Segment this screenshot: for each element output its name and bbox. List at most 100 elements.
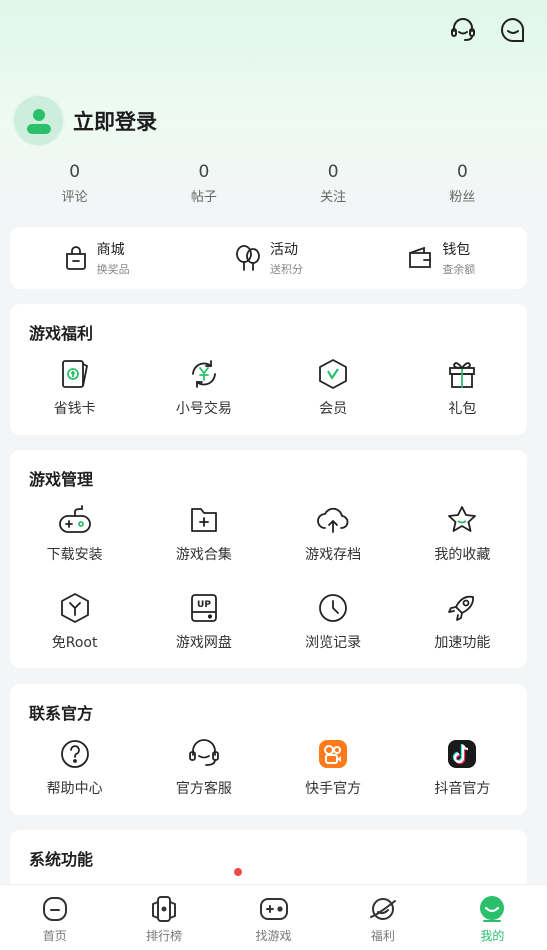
game-benefits-card: 游戏福利 省钱卡 小号交易 会员 礼包 (10, 304, 527, 435)
contact-customer-service[interactable]: 官方客服 (139, 736, 268, 798)
shop-subtitle: 送积分 (269, 263, 303, 276)
stat-value: 0 (456, 162, 468, 182)
wallet-icon (409, 246, 432, 268)
grid-label: 小号交易 (175, 401, 232, 417)
headset-icon[interactable] (449, 16, 477, 44)
grid-label: 我的收藏 (434, 547, 491, 563)
stat-comments[interactable]: 0 评论 (10, 162, 139, 205)
tab-find-game[interactable]: 找游戏 (219, 885, 328, 950)
shop-subtitle: 换奖品 (96, 263, 130, 276)
manage-cloud-disk[interactable]: UP 游戏网盘 (139, 590, 268, 652)
manage-no-root[interactable]: 免Root (10, 590, 139, 652)
section-title: 游戏福利 (29, 324, 94, 343)
tab-label: 排行榜 (146, 929, 183, 943)
help-icon (57, 736, 93, 772)
game-manage-card: 游戏管理 下载安装 游戏合集 游戏存档 我的收藏 免Root UP 游戏网盘 浏… (10, 450, 527, 668)
contact-kuaishou[interactable]: 快手官方 (269, 736, 398, 798)
shop-card: 商城 换奖品 活动 送积分 钱包 查余额 (10, 227, 527, 289)
grid-label: 加速功能 (434, 635, 491, 651)
grid-label: 礼包 (448, 401, 477, 417)
stat-following[interactable]: 0 关注 (269, 162, 398, 205)
gift-icon (444, 356, 480, 392)
manage-saves[interactable]: 游戏存档 (269, 502, 398, 564)
mine-icon (480, 896, 505, 922)
benefit-gift[interactable]: 礼包 (398, 356, 527, 418)
stat-value: 0 (69, 162, 81, 182)
grid-label: 帮助中心 (46, 781, 103, 797)
chat-bubble-icon[interactable] (499, 16, 527, 44)
stat-fans[interactable]: 0 粉丝 (398, 162, 527, 205)
stats-row: 0 评论 0 帖子 0 关注 0 粉丝 (10, 162, 527, 205)
grid-label: 快手官方 (305, 781, 362, 797)
shop-title: 活动 (269, 242, 298, 258)
shop-item-activity[interactable]: 活动 送积分 (182, 239, 354, 277)
grid-label: 抖音官方 (434, 781, 491, 797)
star-icon (444, 502, 480, 538)
grid-label: 游戏网盘 (175, 635, 232, 651)
top-toolbar (449, 16, 527, 44)
grid-label: 省钱卡 (53, 401, 96, 417)
tab-label: 找游戏 (255, 929, 292, 943)
grid-label: 官方客服 (175, 781, 232, 797)
tab-label: 福利 (370, 929, 395, 943)
bottom-tab-bar: 首页 排行榜 找游戏 福利 我的 (0, 884, 547, 950)
stat-label: 关注 (320, 190, 347, 205)
tab-ranking[interactable]: 排行榜 (109, 885, 218, 950)
manage-download[interactable]: 下载安装 (10, 502, 139, 564)
up-badge-text: UP (197, 600, 211, 610)
stat-value: 0 (198, 162, 210, 182)
tab-home[interactable]: 首页 (0, 885, 109, 950)
tab-benefits[interactable]: 福利 (328, 885, 437, 950)
section-title: 联系官方 (29, 704, 94, 723)
login-button[interactable]: 立即登录 (73, 106, 157, 136)
no-root-icon (57, 590, 93, 626)
money-card-icon (57, 356, 93, 392)
stat-posts[interactable]: 0 帖子 (139, 162, 268, 205)
grid-label: 浏览记录 (305, 635, 362, 651)
folder-add-icon (186, 502, 222, 538)
manage-collection[interactable]: 游戏合集 (139, 502, 268, 564)
benefit-vip[interactable]: 会员 (269, 356, 398, 418)
benefit-account-trade[interactable]: 小号交易 (139, 356, 268, 418)
cloud-disk-icon: UP (186, 590, 222, 626)
user-icon (26, 108, 51, 134)
stat-label: 评论 (61, 190, 88, 205)
section-title: 游戏管理 (29, 470, 94, 489)
yen-exchange-icon (186, 356, 222, 392)
notification-dot (234, 868, 242, 876)
contact-douyin[interactable]: 抖音官方 (398, 736, 527, 798)
contact-card: 联系官方 帮助中心 官方客服 快手官方 抖音官方 (10, 684, 527, 815)
ranking-icon (152, 896, 177, 922)
avatar[interactable] (12, 94, 65, 147)
manage-history[interactable]: 浏览记录 (269, 590, 398, 652)
stat-value: 0 (327, 162, 339, 182)
shop-title: 钱包 (442, 242, 471, 258)
tab-mine[interactable]: 我的 (438, 885, 547, 950)
shopping-bag-icon (65, 246, 86, 270)
manage-favorites[interactable]: 我的收藏 (398, 502, 527, 564)
find-game-icon (259, 898, 288, 920)
grid-label: 会员 (319, 401, 348, 417)
tab-label: 我的 (480, 929, 505, 943)
manage-accelerate[interactable]: 加速功能 (398, 590, 527, 652)
balloon-icon (236, 245, 260, 271)
benefit-money-card[interactable]: 省钱卡 (10, 356, 139, 418)
grid-label: 免Root (51, 635, 98, 651)
shop-item-wallet[interactable]: 钱包 查余额 (355, 239, 527, 277)
rocket-icon (444, 590, 480, 626)
shop-item-mall[interactable]: 商城 换奖品 (10, 239, 182, 277)
shop-subtitle: 查余额 (442, 263, 476, 276)
planet-icon (369, 898, 396, 920)
stat-label: 帖子 (190, 190, 217, 205)
stat-label: 粉丝 (449, 190, 476, 205)
grid-label: 下载安装 (46, 547, 103, 563)
contact-help[interactable]: 帮助中心 (10, 736, 139, 798)
customer-service-icon (186, 736, 222, 772)
home-icon (42, 897, 67, 921)
vip-icon (315, 356, 351, 392)
kuaishou-icon (315, 736, 351, 772)
cloud-upload-icon (315, 502, 351, 538)
gamepad-icon (57, 502, 93, 538)
profile-header[interactable]: 立即登录 (12, 94, 157, 147)
tab-label: 首页 (42, 929, 67, 943)
